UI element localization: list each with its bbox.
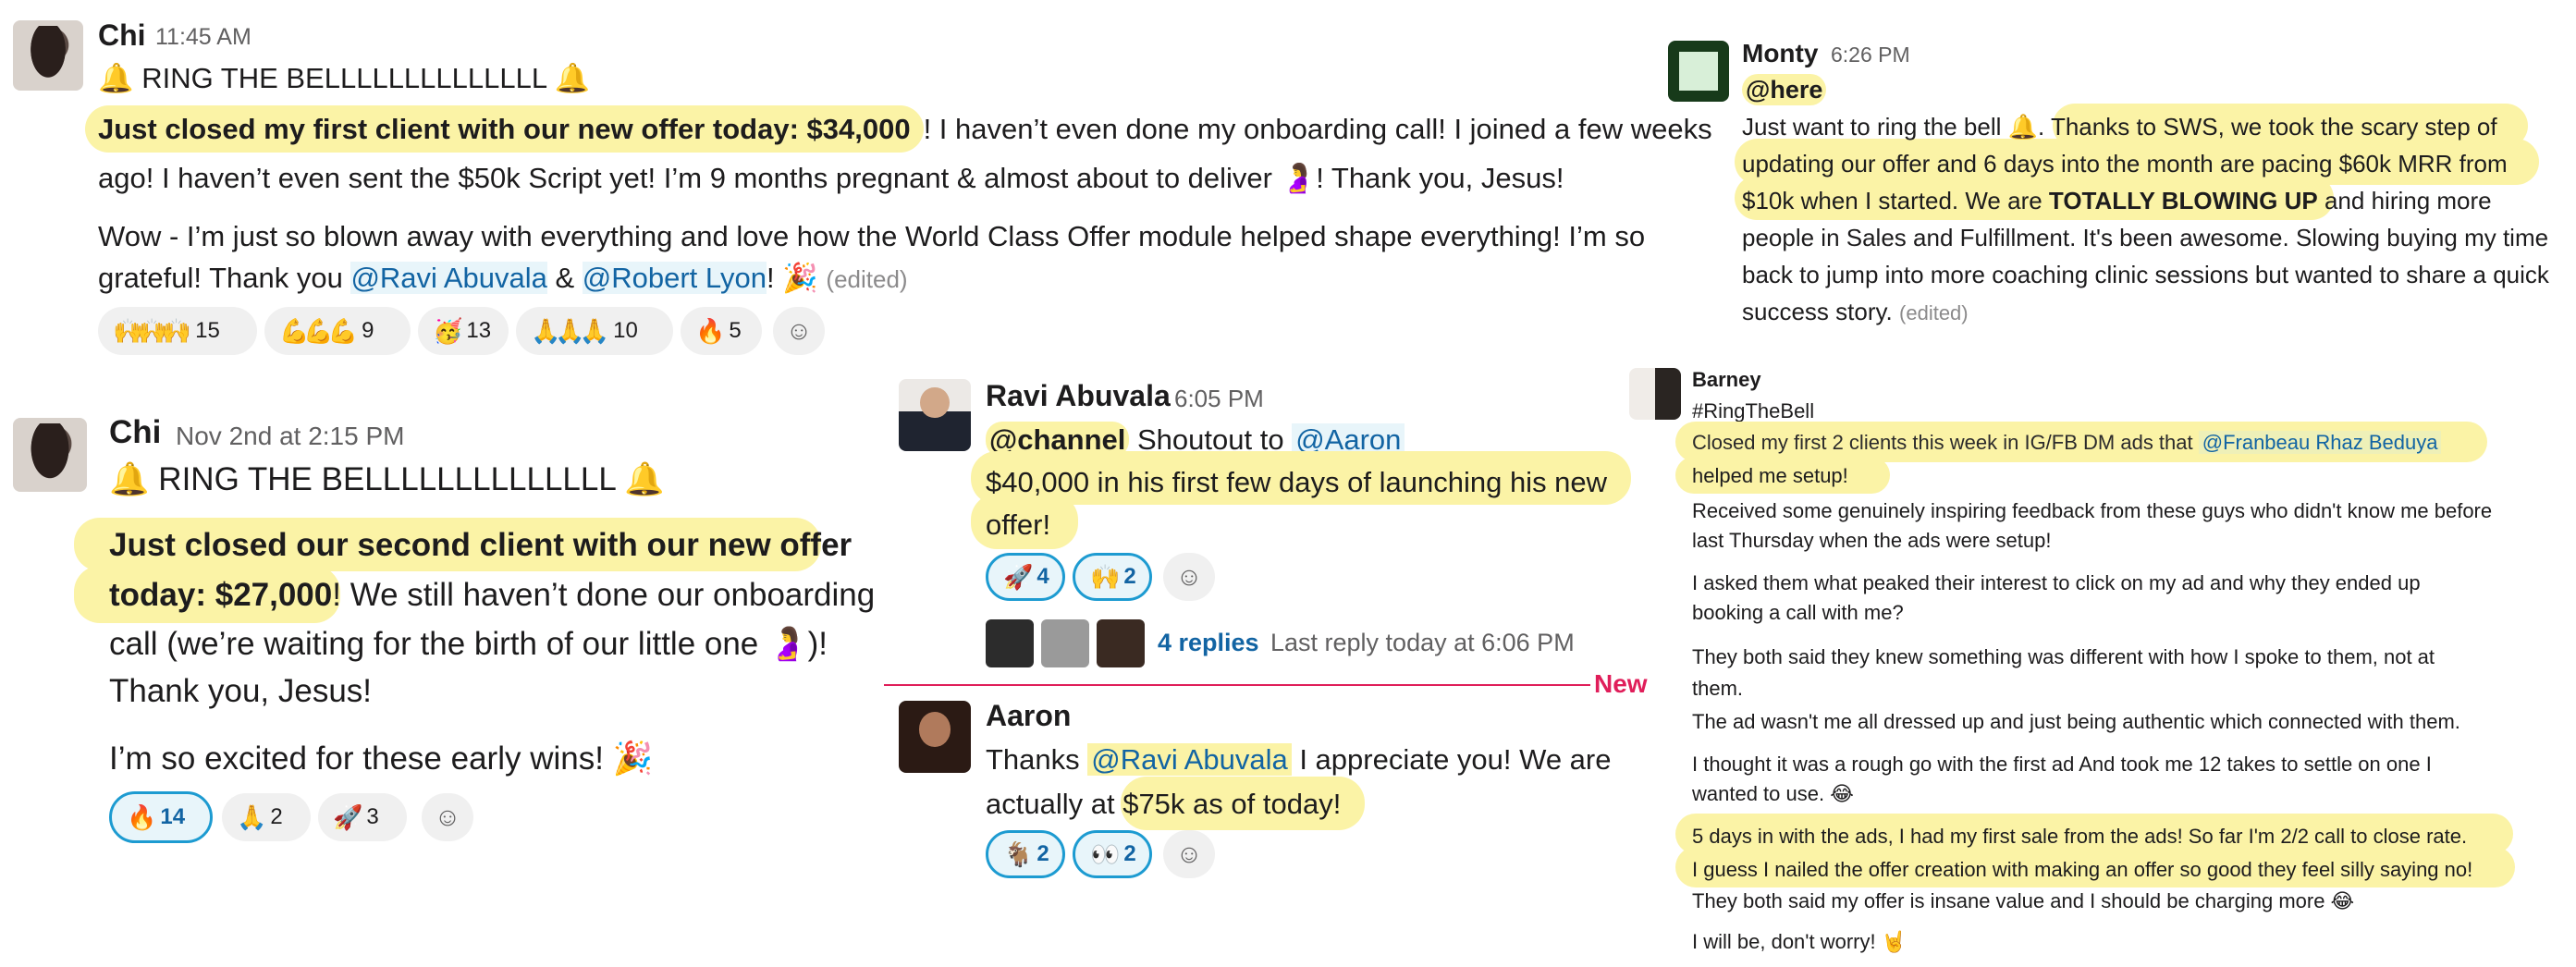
message-line: $10k when I started. We are TOTALLY BLOW… xyxy=(1742,187,2492,214)
last-reply-time: Last reply today at 6:06 PM xyxy=(1270,629,1575,656)
message-line: Thank you, Jesus! xyxy=(109,673,373,709)
author-name[interactable]: Barney xyxy=(1692,368,1761,392)
reaction-pill[interactable]: 🙌🙌🙌 15 xyxy=(98,307,257,355)
highlight: $40,000 in his first few days of launchi… xyxy=(986,466,1608,498)
highlight: updating our offer and 6 days into the m… xyxy=(1742,150,2508,177)
message-line: Just closed my first client with our new… xyxy=(85,105,1712,153)
message-line: grateful! Thank you @Ravi Abuvala & @Rob… xyxy=(98,262,908,294)
message-line: They both said they knew something was d… xyxy=(1692,645,2435,668)
add-reaction-button[interactable]: ☺ xyxy=(1163,553,1215,601)
highlight: offer! xyxy=(986,508,1051,541)
message-line: I will be, don't worry! 🤘 xyxy=(1692,930,1907,953)
add-reaction-button[interactable]: ☺ xyxy=(422,793,473,841)
message-line: Closed my first 2 clients this week in I… xyxy=(1692,431,2442,455)
reply-avatar xyxy=(1041,619,1089,667)
avatar-monty[interactable] xyxy=(1668,41,1729,102)
message-line: back to jump into more coaching clinic s… xyxy=(1742,261,2549,288)
new-messages-label: New xyxy=(1594,669,1648,698)
message-title: 🔔 RING THE BELLLLLLLLLLLLLL 🔔 xyxy=(109,461,665,497)
avatar-chi[interactable] xyxy=(13,20,83,91)
reaction-pill[interactable]: 🔥 14 xyxy=(109,791,213,843)
reply-avatar xyxy=(986,619,1034,667)
message-line: Wow - I’m just so blown away with everyt… xyxy=(98,220,1646,252)
reaction-pill[interactable]: 🥳 13 xyxy=(418,307,509,355)
timestamp[interactable]: Nov 2nd at 2:15 PM xyxy=(176,422,404,451)
message-line: They both said my offer is insane value … xyxy=(1692,889,2355,912)
message-line: The ad wasn't me all dressed up and just… xyxy=(1692,710,2460,733)
mention[interactable]: @Robert Lyon xyxy=(582,262,767,294)
author-name[interactable]: Ravi Abuvala xyxy=(986,379,1171,413)
here-mention[interactable]: @here xyxy=(1742,74,1827,105)
author-name[interactable]: Aaron xyxy=(986,699,1071,733)
add-reaction-button[interactable]: ☺ xyxy=(1163,830,1215,878)
highlight: I guess I nailed the offer creation with… xyxy=(1692,858,2473,881)
edited-label: (edited) xyxy=(1899,301,1969,324)
reaction-pill[interactable]: 🐐 2 xyxy=(986,830,1065,878)
highlight: $75k as of today! xyxy=(1122,788,1342,820)
message-line: wanted to use. 😂 xyxy=(1692,782,1854,805)
message-line: Thanks @Ravi Abuvala I appreciate you! W… xyxy=(986,743,1612,776)
highlight: helped me setup! xyxy=(1692,464,1848,487)
message-line: people in Sales and Fulfillment. It's be… xyxy=(1742,224,2549,251)
reaction-pill[interactable]: 🙏🙏🙏 10 xyxy=(516,307,673,355)
highlight: Just closed my first client with our new… xyxy=(85,105,924,153)
avatar-barney[interactable] xyxy=(1629,368,1681,420)
highlight: Just closed our second client with our n… xyxy=(109,527,853,563)
timestamp[interactable]: 11:45 AM xyxy=(155,24,251,51)
mention[interactable]: @Ravi Abuvala xyxy=(350,262,547,294)
new-messages-divider xyxy=(884,684,1590,686)
message-line: last Thursday when the ads were setup! xyxy=(1692,529,2052,552)
channel-tag[interactable]: #RingTheBell xyxy=(1692,399,1814,423)
add-reaction-button[interactable]: ☺ xyxy=(773,307,825,355)
reaction-pill[interactable]: 🔥 5 xyxy=(681,307,762,355)
highlight: Thanks to SWS, we took the scary step of xyxy=(2050,113,2497,141)
mention[interactable]: @Ravi Abuvala xyxy=(1087,743,1292,776)
reaction-pill[interactable]: 👀 2 xyxy=(1073,830,1152,878)
avatar-chi[interactable] xyxy=(13,418,87,492)
message-line: Received some genuinely inspiring feedba… xyxy=(1692,499,2493,522)
message-line: I asked them what peaked their interest … xyxy=(1692,571,2421,594)
message-line: success story. (edited) xyxy=(1742,298,1969,325)
avatar-aaron[interactable] xyxy=(899,701,971,773)
highlight: today: $27,000 xyxy=(109,577,333,613)
avatar-ravi[interactable] xyxy=(899,379,971,451)
message-line: Just want to ring the bell 🔔. Thanks to … xyxy=(1742,113,2497,141)
highlight: 5 days in with the ads, I had my first s… xyxy=(1692,825,2468,848)
reaction-pill[interactable]: 🚀 4 xyxy=(986,553,1065,601)
message-line: today: $27,000! We still haven’t done ou… xyxy=(109,577,876,613)
edited-label: (edited) xyxy=(826,265,908,293)
message-line: ago! I haven’t even sent the $50k Script… xyxy=(98,162,1564,194)
message-line: call (we’re waiting for the birth of our… xyxy=(109,626,828,662)
message-line: them. xyxy=(1692,677,1744,700)
author-name[interactable]: Chi xyxy=(98,18,146,53)
author-name[interactable]: Monty xyxy=(1742,39,1818,68)
message-line: actually at $75k as of today! xyxy=(986,788,1342,820)
message-line: booking a call with me? xyxy=(1692,601,1904,624)
reaction-pill[interactable]: 🙏 2 xyxy=(222,793,311,841)
mention[interactable]: @Franbeau Rhaz Beduya xyxy=(2198,431,2442,454)
reaction-pill[interactable]: 🚀 3 xyxy=(318,793,407,841)
timestamp[interactable]: 6:05 PM xyxy=(1174,385,1264,413)
thread-replies-link[interactable]: 4 replies xyxy=(1158,629,1259,657)
timestamp[interactable]: 6:26 PM xyxy=(1831,43,1910,67)
reaction-pill[interactable]: 💪💪💪 9 xyxy=(264,307,411,355)
message-line: I thought it was a rough go with the fir… xyxy=(1692,753,2432,776)
message-line: I’m so excited for these early wins! 🎉 xyxy=(109,741,654,777)
author-name[interactable]: Chi xyxy=(109,414,161,451)
reply-avatar xyxy=(1097,619,1145,667)
reaction-pill[interactable]: 🙌 2 xyxy=(1073,553,1152,601)
message-title: 🔔 RING THE BELLLLLLLLLLLLLL 🔔 xyxy=(98,62,591,94)
